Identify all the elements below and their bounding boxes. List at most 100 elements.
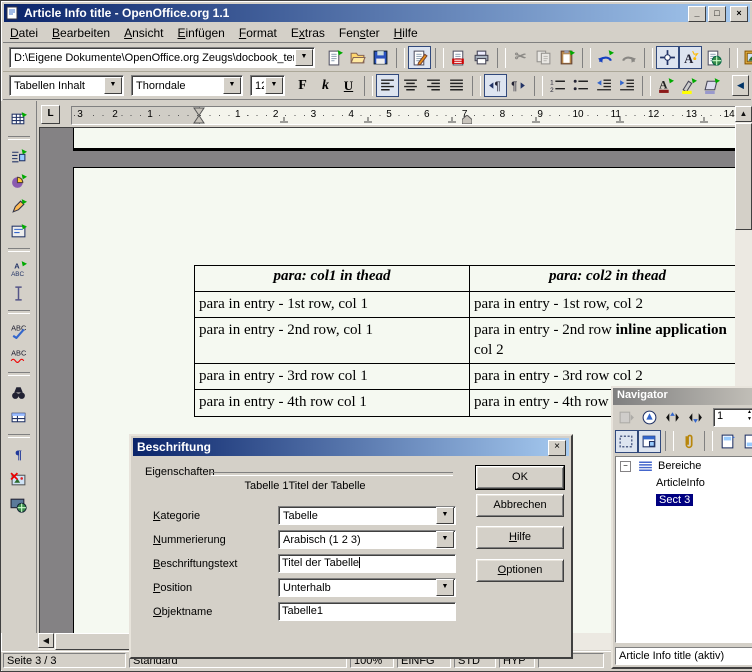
- autotext-button[interactable]: AABC: [7, 257, 30, 280]
- draw-functions-button[interactable]: [7, 195, 30, 218]
- table-cell[interactable]: para in entry - 4th row col 1: [195, 390, 470, 416]
- online-layout-button[interactable]: [7, 493, 30, 516]
- spinner-arrows-icon[interactable]: ▲▼: [745, 409, 752, 426]
- menu-format[interactable]: Format: [232, 24, 284, 42]
- menu-bearbeiten[interactable]: Bearbeiten: [45, 24, 117, 42]
- url-dropdown-icon[interactable]: ▼: [295, 49, 313, 66]
- redo-button[interactable]: [617, 46, 640, 69]
- navigator-tree[interactable]: −BereicheArticleInfoSect 3: [615, 456, 752, 643]
- para-ltr-button[interactable]: ¶: [484, 74, 507, 97]
- auto-spellcheck-button[interactable]: ABC: [7, 344, 30, 367]
- tree-item-sect-3[interactable]: Sect 3: [616, 492, 752, 508]
- decrease-indent-button[interactable]: [592, 74, 615, 97]
- tab-type-selector[interactable]: L: [41, 105, 60, 124]
- close-button[interactable]: ×: [730, 6, 748, 22]
- menu-fenster[interactable]: Fenster: [332, 24, 387, 42]
- align-justify-button[interactable]: [445, 74, 468, 97]
- navigator-button[interactable]: [656, 46, 679, 69]
- dialog-close-icon[interactable]: ×: [548, 440, 566, 456]
- dropdown-icon[interactable]: ▼: [436, 507, 454, 524]
- abbrechen-button[interactable]: Abbrechen: [476, 494, 564, 517]
- minimize-button[interactable]: _: [688, 6, 706, 22]
- vertical-scroll-thumb[interactable]: [735, 123, 752, 230]
- page-2-bottom[interactable]: [73, 128, 735, 151]
- nav-display-window-button[interactable]: [638, 430, 661, 453]
- new-document-button[interactable]: [323, 46, 346, 69]
- insert-frame-button[interactable]: [7, 145, 30, 168]
- para-rtl-button[interactable]: ¶: [507, 74, 530, 97]
- objektname-input[interactable]: Tabelle1: [278, 602, 456, 621]
- undo-button[interactable]: [594, 46, 617, 69]
- nav-next-button[interactable]: [684, 406, 707, 429]
- paragraph-style-combo[interactable]: Tabellen Inhalt ▼: [9, 75, 124, 96]
- form-functions-button[interactable]: [7, 220, 30, 243]
- table-cell[interactable]: para in entry - 1st row, col 1: [195, 292, 470, 317]
- size-dropdown-icon[interactable]: ▼: [265, 77, 283, 94]
- edit-file-button[interactable]: [408, 46, 431, 69]
- menu-extras[interactable]: Extras: [284, 24, 332, 42]
- copy-button[interactable]: [532, 46, 555, 69]
- toolbar-collapse-button[interactable]: ◀: [732, 75, 749, 96]
- align-right-button[interactable]: [422, 74, 445, 97]
- insert-object-button[interactable]: [7, 170, 30, 193]
- dialog-title-bar[interactable]: Beschriftung: [133, 438, 569, 456]
- dropdown-icon[interactable]: ▼: [436, 531, 454, 548]
- table-header-cell[interactable]: para: col1 in thead: [195, 266, 470, 291]
- cut-button[interactable]: ✂: [509, 46, 532, 69]
- export-pdf-button[interactable]: [447, 46, 470, 69]
- tree-item-articleinfo[interactable]: ArticleInfo: [616, 475, 752, 491]
- paste-button[interactable]: [555, 46, 578, 69]
- style-dropdown-icon[interactable]: ▼: [104, 77, 122, 94]
- menu-hilfe[interactable]: Hilfe: [387, 24, 425, 42]
- dropdown-icon[interactable]: ▼: [436, 579, 454, 596]
- nav-footer-button[interactable]: [739, 430, 752, 453]
- bullet-list-button[interactable]: [569, 74, 592, 97]
- spellcheck-button[interactable]: ABC: [7, 319, 30, 342]
- nonprinting-characters-button[interactable]: ¶: [7, 443, 30, 466]
- nav-header-button[interactable]: [716, 430, 739, 453]
- open-button[interactable]: [346, 46, 369, 69]
- graphics-onoff-button[interactable]: [7, 468, 30, 491]
- navigator-document-list[interactable]: Article Info title (aktiv): [615, 647, 752, 665]
- right-indent-marker[interactable]: [462, 115, 472, 124]
- table-header-cell[interactable]: para: col2 in thead: [470, 266, 735, 291]
- insert-table-button[interactable]: [7, 108, 30, 131]
- font-name-combo[interactable]: Thorndale ▼: [131, 75, 243, 96]
- nav-navigation-button[interactable]: [638, 406, 661, 429]
- print-file-button[interactable]: [470, 46, 493, 69]
- indent-marker[interactable]: [193, 107, 205, 124]
- scroll-left-icon[interactable]: ◀: [38, 633, 54, 648]
- save-button[interactable]: [369, 46, 392, 69]
- hilfe-button[interactable]: Hilfe: [476, 526, 564, 549]
- nummerierung-combo[interactable]: Arabisch (1 2 3)▼: [278, 530, 456, 549]
- url-combo[interactable]: D:\Eigene Dokumente\OpenOffice.org Zeugs…: [9, 47, 315, 68]
- nav-anchor-clip-button[interactable]: [677, 430, 700, 453]
- maximize-button[interactable]: □: [708, 6, 726, 22]
- ok-button[interactable]: OK: [476, 466, 564, 489]
- tree-expand-icon[interactable]: −: [620, 461, 631, 472]
- kategorie-combo[interactable]: Tabelle▼: [278, 506, 456, 525]
- nav-toggle-button[interactable]: [615, 406, 638, 429]
- table-cell[interactable]: para in entry - 1st row, col 2: [470, 292, 735, 317]
- tree-item-bereiche[interactable]: −Bereiche: [616, 458, 752, 474]
- stylist-button[interactable]: A: [679, 46, 702, 69]
- table-cell[interactable]: para in entry - 2nd row inline applicati…: [470, 318, 735, 363]
- scroll-up-icon[interactable]: ▲: [735, 106, 752, 122]
- page-number-spinner[interactable]: 1▲▼: [713, 408, 752, 427]
- direct-cursor-button[interactable]: [7, 282, 30, 305]
- nav-previous-button[interactable]: [661, 406, 684, 429]
- beschriftungstext-input[interactable]: Titel der Tabelle: [278, 554, 456, 573]
- horizontal-ruler[interactable]: 3211234567891011121314: [71, 106, 737, 125]
- menu-datei[interactable]: Datei: [3, 24, 45, 42]
- menu-ansicht[interactable]: Ansicht: [117, 24, 170, 42]
- background-color-button[interactable]: [700, 74, 723, 97]
- font-color-button[interactable]: A: [654, 74, 677, 97]
- optionen-button[interactable]: Optionen: [476, 559, 564, 582]
- align-center-button[interactable]: [399, 74, 422, 97]
- table-cell[interactable]: para in entry - 2nd row, col 1: [195, 318, 470, 363]
- font-size-combo[interactable]: 12 ▼: [250, 75, 285, 96]
- highlighting-button[interactable]: [677, 74, 700, 97]
- gallery-button[interactable]: [741, 46, 752, 69]
- position-combo[interactable]: Unterhalb▼: [278, 578, 456, 597]
- data-sources-button[interactable]: [7, 406, 30, 429]
